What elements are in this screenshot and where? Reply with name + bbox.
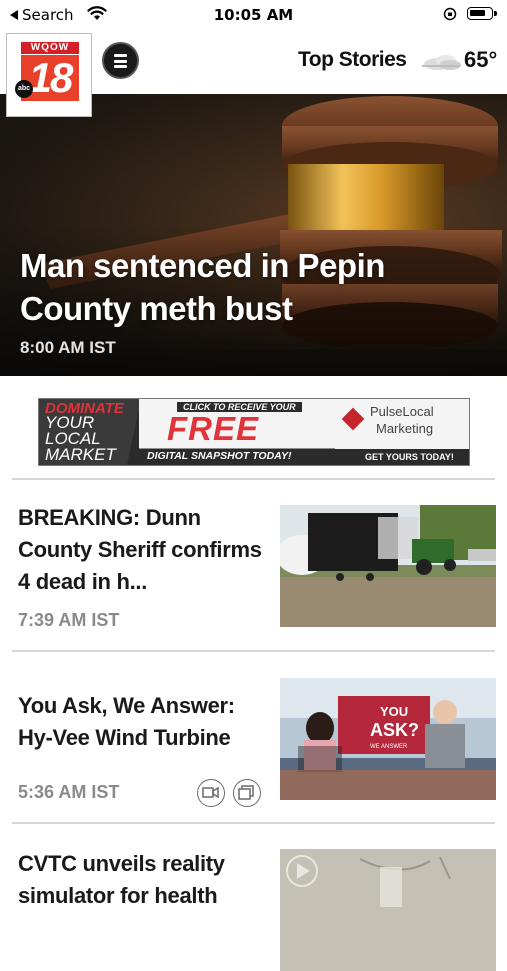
status-bar: Search 10:05 AM	[0, 0, 507, 30]
story-timestamp: 5:36 AM IST	[18, 782, 120, 802]
gallery-icon[interactable]	[233, 779, 261, 807]
list-item[interactable]: CVTC unveils reality simulator for healt…	[0, 824, 507, 971]
advertisement-banner[interactable]: DOMINATE YOUR LOCAL MARKET CLICK TO RECE…	[38, 398, 470, 466]
video-icon[interactable]	[197, 779, 225, 807]
story-thumbnail[interactable]	[280, 849, 496, 971]
list-item[interactable]: BREAKING: Dunn County Sheriff confirms 4…	[0, 480, 507, 650]
ad-text: MARKET	[45, 445, 116, 464]
ad-text: FREE	[167, 410, 260, 447]
menu-button[interactable]	[102, 42, 139, 79]
thumb-text: ASK?	[370, 720, 419, 740]
story-thumbnail[interactable]: YOU ASK? WE ANSWER	[280, 678, 496, 800]
ad-text: DIGITAL SNAPSHOT TODAY!	[147, 450, 292, 462]
logo-callsign: WQOW	[21, 42, 79, 54]
list-item[interactable]: You Ask, We Answer: Hy-Vee Wind Turbine …	[0, 652, 507, 822]
thumb-text: YOU	[380, 704, 408, 719]
story-title[interactable]: You Ask, We Answer: Hy-Vee Wind Turbine	[18, 690, 268, 754]
story-title[interactable]: CVTC unveils reality simulator for healt…	[18, 848, 268, 912]
ad-brand: Marketing	[376, 421, 434, 436]
section-title: Top Stories	[298, 48, 407, 71]
hero-story[interactable]: Man sentenced in Pepin County meth bust …	[0, 94, 507, 376]
story-thumbnail[interactable]	[280, 505, 496, 627]
ad-cta: GET YOURS TODAY!	[365, 452, 454, 462]
hero-timestamp: 8:00 AM IST	[20, 338, 116, 357]
story-timestamp: 7:39 AM IST	[18, 610, 120, 630]
hero-headline[interactable]: Man sentenced in Pepin County meth bust	[20, 244, 420, 330]
story-title[interactable]: BREAKING: Dunn County Sheriff confirms 4…	[18, 502, 268, 598]
thumb-text: WE ANSWER	[370, 744, 408, 750]
ad-brand: PulseLocal	[370, 404, 434, 419]
cloudy-icon[interactable]	[420, 52, 462, 74]
station-logo[interactable]: WQOW 18 abc	[6, 33, 92, 117]
battery-icon	[467, 7, 497, 20]
orientation-lock-icon	[443, 7, 457, 21]
clock: 10:05 AM	[213, 6, 294, 24]
temperature[interactable]: 65°	[464, 47, 497, 73]
abc-network-icon: abc	[15, 80, 33, 98]
